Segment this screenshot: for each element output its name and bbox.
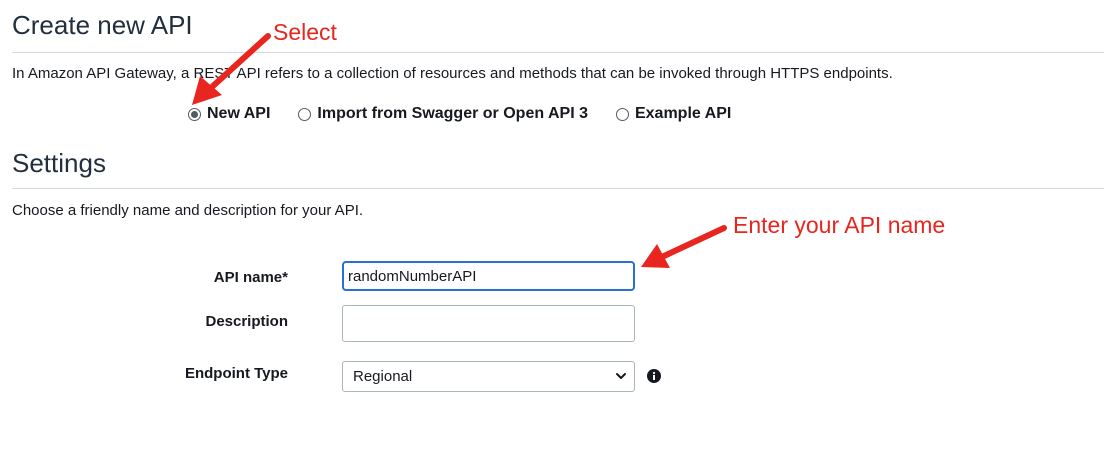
settings-description: Choose a friendly name and description f…: [12, 202, 364, 219]
description-input[interactable]: [342, 305, 635, 342]
page-title: Create new API: [12, 10, 193, 40]
radio-button[interactable]: [298, 107, 312, 121]
annotation-enter-name: Enter your API name: [733, 212, 946, 238]
radio-button-checked[interactable]: [188, 107, 201, 121]
api-name-input[interactable]: [342, 261, 635, 291]
description-label: Description: [205, 313, 288, 330]
chevron-down-icon: [616, 373, 626, 379]
endpoint-type-select[interactable]: Regional: [342, 361, 635, 392]
divider: [12, 52, 1104, 53]
endpoint-type-value: Regional: [353, 368, 413, 385]
radio-new-api[interactable]: New API: [188, 105, 270, 123]
radio-import-swagger[interactable]: Import from Swagger or Open API 3: [298, 105, 588, 123]
info-icon[interactable]: [647, 369, 661, 383]
api-type-radio-group: New API Import from Swagger or Open API …: [188, 105, 759, 123]
arrow-to-api-name: [641, 225, 727, 268]
radio-label: Example API: [634, 105, 732, 122]
create-api-page: Create new API In Amazon API Gateway, a …: [0, 0, 1104, 451]
endpoint-type-label: Endpoint Type: [184, 365, 288, 382]
intro-text: In Amazon API Gateway, a REST API refers…: [12, 65, 893, 82]
annotation-select: Select: [273, 19, 337, 45]
radio-label: New API: [207, 105, 271, 122]
api-name-label: API name*: [213, 269, 288, 286]
radio-button[interactable]: [615, 107, 629, 121]
radio-example-api[interactable]: Example API: [615, 105, 732, 123]
divider: [12, 188, 1104, 189]
radio-label: Import from Swagger or Open API 3: [317, 105, 588, 122]
settings-title: Settings: [12, 148, 106, 178]
